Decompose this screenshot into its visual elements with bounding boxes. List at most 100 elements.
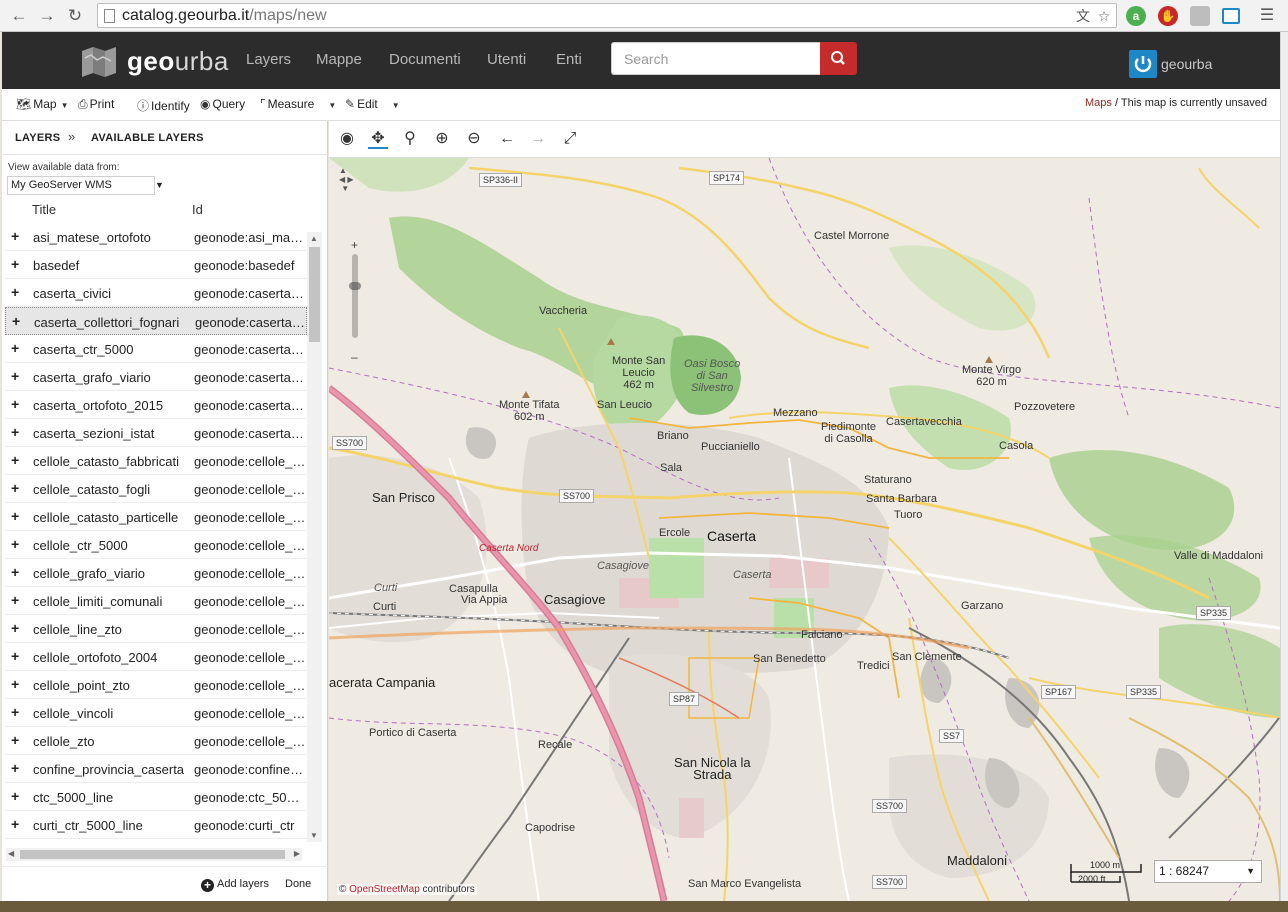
column-header-id[interactable]: Id (192, 202, 203, 217)
tab-available-layers[interactable]: AVAILABLE LAYERS (91, 132, 204, 144)
expand-plus-icon[interactable]: + (11, 284, 19, 300)
expand-plus-icon[interactable]: + (11, 732, 19, 748)
extension-screen-icon[interactable] (1222, 8, 1240, 24)
reload-icon[interactable]: ↻ (64, 5, 86, 27)
layer-row[interactable]: + caserta_sezioni_istat geonode:caserta_se… (5, 419, 307, 447)
pan-control[interactable]: ▲ ◀ ▶ ▼ (339, 166, 354, 193)
layer-row[interactable]: + confine_provincia_caserta geonode:confin… (5, 755, 307, 783)
layer-row[interactable]: + cellole_vincoli geonode:cellole_vincoli (5, 699, 307, 727)
layer-row[interactable]: + cellole_ctr_5000 geonode:cellole_ctr (5, 531, 307, 559)
layer-row[interactable]: + caserta_ortofoto_2015 geonode:caserta_or… (5, 391, 307, 419)
layer-row[interactable]: + caserta_ctr_5000 geonode:caserta_ctr_500… (5, 335, 307, 363)
expand-plus-icon[interactable]: + (12, 313, 20, 329)
zoom-slider-knob[interactable] (349, 282, 361, 290)
expand-plus-icon[interactable]: + (11, 480, 19, 496)
map-canvas[interactable]: Castel Morrone Vaccheria San Leucio Briano P… (329, 158, 1280, 901)
layer-row[interactable]: + cellole_point_zto geonode:cellole_point (5, 671, 307, 699)
tab-layers[interactable]: LAYERS (15, 132, 60, 144)
add-layers-button[interactable]: + Add layers (201, 878, 269, 892)
grid-horizontal-scroll-thumb[interactable] (20, 850, 285, 859)
forward-icon[interactable]: → (36, 5, 58, 27)
layer-row[interactable]: + curti_ctr_5000_line geonode:curti_ctr (5, 811, 307, 839)
pan-icon[interactable]: ✥ (368, 129, 388, 149)
query-button[interactable]: ◉ Query (200, 97, 245, 111)
expand-plus-icon[interactable]: + (11, 816, 19, 832)
layer-row[interactable]: + caserta_civici geonode:caserta_civici (5, 279, 307, 307)
expand-plus-icon[interactable]: + (11, 368, 19, 384)
menu-icon[interactable]: ☰ (1256, 5, 1278, 27)
expand-plus-icon[interactable]: + (11, 424, 19, 440)
zoom-out-icon[interactable]: ⊖ (464, 129, 484, 149)
scale-select[interactable]: 1 : 68247 ▼ (1154, 860, 1262, 883)
nav-layers[interactable]: Layers (246, 51, 291, 68)
source-select[interactable]: My GeoServer WMS (7, 176, 155, 195)
nav-utenti[interactable]: Utenti (487, 51, 526, 68)
expand-plus-icon[interactable]: + (11, 676, 19, 692)
breadcrumb-maps-link[interactable]: Maps (1085, 97, 1112, 109)
layer-row[interactable]: + cellole_zto geonode:cellole_zto (5, 727, 307, 755)
globe-icon[interactable]: ◉ (337, 129, 357, 149)
grid-vertical-scroll-thumb[interactable] (309, 247, 320, 342)
page-scrollbar[interactable] (1280, 32, 1288, 912)
expand-plus-icon[interactable]: + (11, 536, 19, 552)
expand-plus-icon[interactable]: + (11, 340, 19, 356)
zoom-slider[interactable]: + – (349, 238, 361, 364)
layer-row[interactable]: + cellole_line_zto geonode:cellole_line (5, 615, 307, 643)
power-icon[interactable] (1129, 50, 1157, 78)
history-back-icon[interactable]: ← (497, 129, 517, 149)
search-button[interactable] (820, 42, 857, 75)
layer-row[interactable]: + cellole_limiti_comunali geonode:cellole_… (5, 587, 307, 615)
grid-horizontal-scrollbar[interactable]: ◀ ▶ (6, 848, 302, 861)
expand-plus-icon[interactable]: + (11, 704, 19, 720)
user-name[interactable]: geourba (1161, 56, 1212, 72)
layer-row[interactable]: + cellole_grafo_viario geonode:cellole_gra… (5, 559, 307, 587)
nav-mappe[interactable]: Mappe (316, 51, 362, 68)
layer-row[interactable]: + cellole_catasto_fabbricati geonode:cello… (5, 447, 307, 475)
zoom-box-icon[interactable]: ⚲ (400, 129, 420, 149)
layer-row[interactable]: + basedef geonode:basedef (5, 251, 307, 279)
expand-plus-icon[interactable]: + (11, 228, 19, 244)
identify-button[interactable]: ⓘ Identify (137, 97, 190, 114)
layer-row[interactable]: + asi_matese_ortofoto geonode:asi_matese_o… (5, 223, 307, 251)
column-header-title[interactable]: Title (32, 202, 56, 217)
done-button[interactable]: Done (285, 878, 311, 890)
osm-link[interactable]: OpenStreetMap (349, 884, 420, 895)
edit-menu[interactable]: ✎ Edit ▼ (345, 97, 400, 111)
search-input[interactable] (611, 42, 821, 75)
extension-green-icon[interactable]: a (1126, 6, 1146, 26)
source-caret-icon[interactable]: ▼ (155, 180, 164, 190)
zoom-slider-minus-icon[interactable]: – (351, 350, 358, 364)
layer-row[interactable]: + ctc_5000_line geonode:ctc_5000_line (5, 783, 307, 811)
expand-plus-icon[interactable]: + (11, 760, 19, 776)
zoom-slider-track[interactable] (352, 254, 358, 338)
layer-row[interactable]: + caserta_grafo_viario geonode:caserta_gra… (5, 363, 307, 391)
expand-plus-icon[interactable]: + (11, 396, 19, 412)
nav-enti[interactable]: Enti (556, 51, 582, 68)
expand-plus-icon[interactable]: + (11, 788, 19, 804)
back-icon[interactable]: ← (8, 5, 30, 27)
layer-row[interactable]: + caserta_collettori_fognari geonode:caser… (5, 307, 307, 335)
expand-plus-icon[interactable]: + (11, 620, 19, 636)
expand-plus-icon[interactable]: + (11, 508, 19, 524)
map-menu[interactable]: 🗺 Map ▼ (16, 97, 69, 111)
history-forward-icon[interactable]: → (528, 129, 548, 149)
measure-menu[interactable]: ⌜ Measure ▼ (260, 97, 336, 111)
layer-row[interactable]: + cellole_catasto_fogli geonode:cellole_ca… (5, 475, 307, 503)
zoom-in-icon[interactable]: ⊕ (432, 129, 452, 149)
layer-row[interactable]: + cellole_ortofoto_2004 geonode:cellole_or… (5, 643, 307, 671)
print-button[interactable]: ⎙ Print (78, 97, 114, 112)
expand-plus-icon[interactable]: + (11, 256, 19, 272)
full-extent-icon[interactable]: ⤢ (560, 129, 580, 149)
expand-plus-icon[interactable]: + (11, 452, 19, 468)
extension-red-icon[interactable]: ✋ (1158, 6, 1178, 26)
layer-row[interactable]: + cellole_catasto_particelle geonode:cello… (5, 503, 307, 531)
nav-documenti[interactable]: Documenti (389, 51, 461, 68)
bookmark-star-icon[interactable]: ☆ (1095, 7, 1113, 25)
expand-plus-icon[interactable]: + (11, 592, 19, 608)
zoom-slider-plus-icon[interactable]: + (351, 238, 358, 252)
address-bar[interactable]: catalog.geourba.it/maps/new 文 ☆ (97, 3, 1117, 28)
grid-vertical-scrollbar[interactable]: ▲ ▼ (307, 232, 322, 842)
expand-plus-icon[interactable]: + (11, 564, 19, 580)
logo-text[interactable]: geourba (127, 46, 229, 77)
expand-plus-icon[interactable]: + (11, 648, 19, 664)
